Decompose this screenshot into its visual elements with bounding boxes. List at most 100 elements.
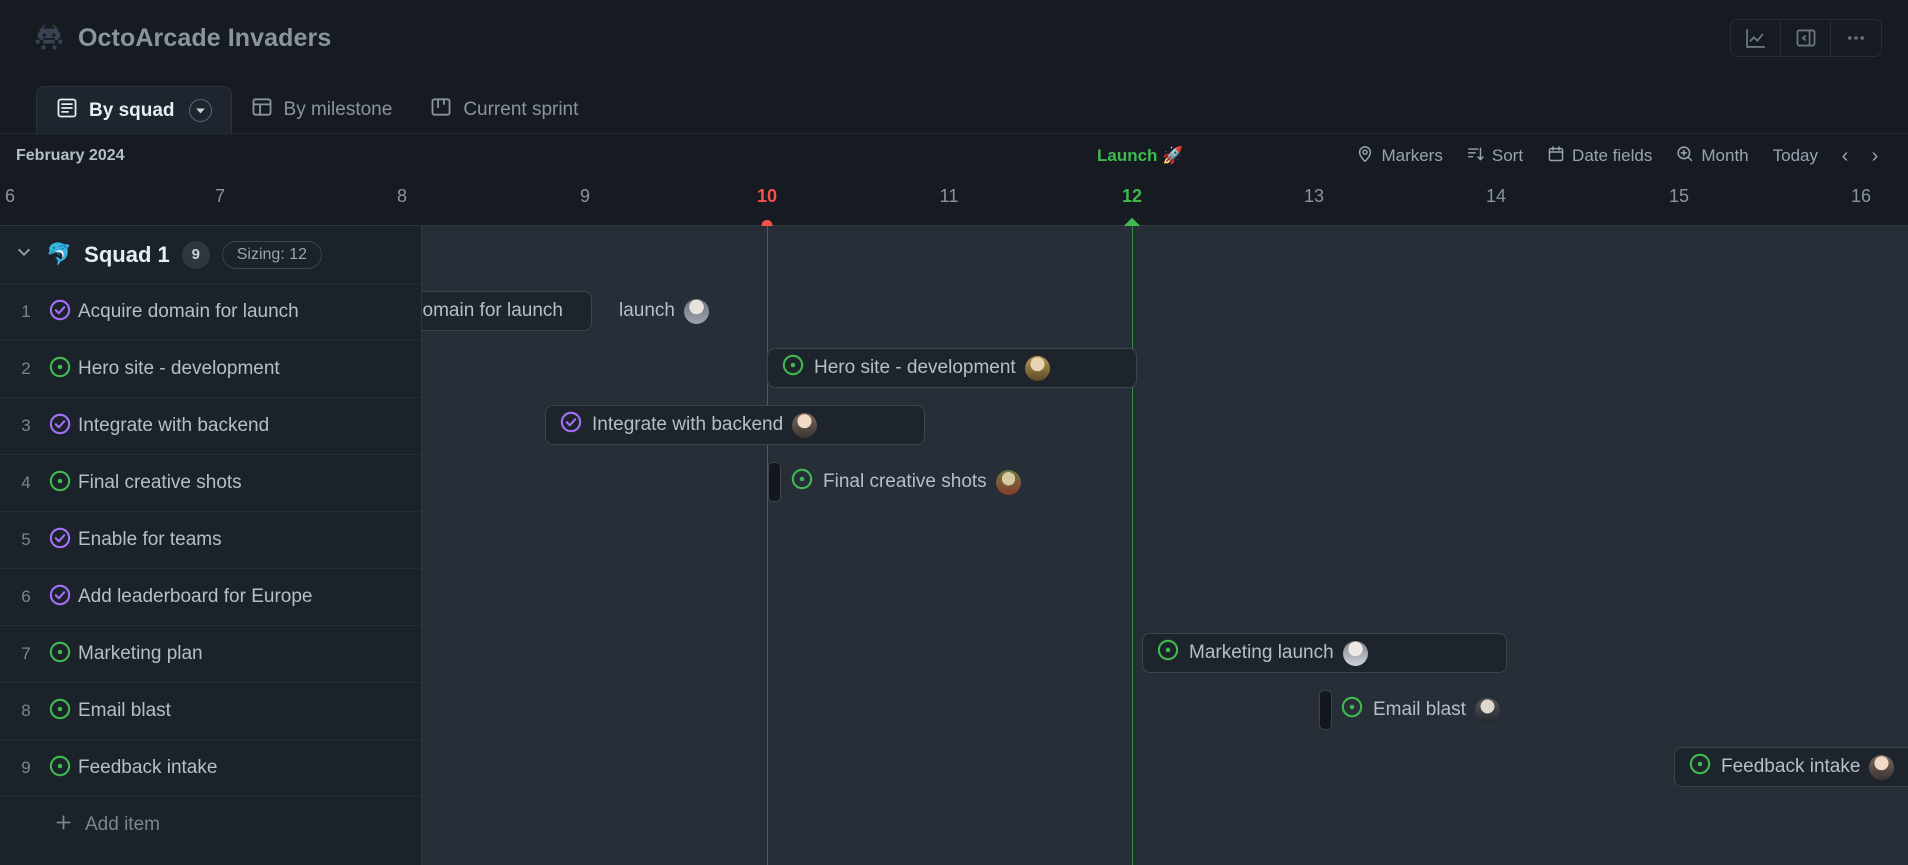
status-done-icon [48, 412, 72, 441]
timeline-bar[interactable]: Marketing launch [1142, 633, 1507, 673]
item-status[interactable] [42, 697, 78, 726]
zoom-month-button[interactable]: Month [1664, 140, 1760, 173]
chevron-down-icon[interactable] [188, 99, 212, 122]
group-header-squad-1[interactable]: 🐬 Squad 1 9 Sizing: 12 [0, 226, 421, 283]
tab-current-sprint[interactable]: Current sprint [411, 86, 597, 134]
item-title: Acquire domain for launch [78, 301, 299, 322]
status-done-icon [48, 526, 72, 555]
tab-by-squad[interactable]: By squad [36, 86, 232, 135]
item-number: 6 [21, 587, 31, 606]
status-in-progress-icon [48, 697, 72, 726]
table-row[interactable]: 9 Feedback intake [0, 739, 421, 796]
item-status[interactable] [42, 355, 78, 384]
status-in-progress-icon [48, 640, 72, 669]
bar-label: Hero site - development [814, 357, 1016, 378]
item-number: 7 [21, 644, 31, 663]
side-panel-button[interactable] [1781, 20, 1831, 56]
avatar [995, 469, 1021, 495]
table-row[interactable]: 4 Final creative shots [0, 454, 421, 511]
markers-button[interactable]: Markers [1344, 140, 1454, 173]
board-view-icon [430, 96, 452, 124]
item-title: Email blast [78, 700, 171, 721]
item-status[interactable] [42, 583, 78, 612]
item-number: 2 [21, 359, 31, 378]
project-title-group: OctoArcade Invaders [34, 23, 331, 53]
timeline-tick-bar[interactable] [768, 462, 781, 502]
sizing-pill: Sizing: 12 [221, 240, 322, 269]
timeline-tick-bar[interactable] [1319, 690, 1332, 730]
bar-overflow-label: launch [619, 291, 709, 331]
line-chart-icon [1745, 27, 1767, 49]
rows-view-icon [56, 97, 78, 125]
status-in-progress-icon [1156, 638, 1180, 668]
space-invader-icon [34, 23, 64, 53]
day-tick-11: 11 [939, 186, 959, 206]
insights-button[interactable] [1731, 20, 1781, 56]
item-status[interactable] [42, 412, 78, 441]
item-number: 5 [21, 530, 31, 549]
table-row[interactable]: 6 Add leaderboard for Europe [0, 568, 421, 625]
timeline-header: February 2024 Launch 🚀 Markers Sort Date… [0, 134, 1908, 178]
item-row-list: 1 Acquire domain for launch 2 Hero site - d… [0, 283, 421, 796]
table-row[interactable]: 3 Integrate with backend [0, 397, 421, 454]
day-tick-7: 7 [214, 186, 226, 206]
header-actions [1730, 19, 1882, 57]
location-marker-icon [1356, 145, 1374, 168]
item-status[interactable] [42, 526, 78, 555]
item-number: 9 [21, 758, 31, 777]
timeline-bar-label: Email blast [1340, 690, 1500, 730]
add-item-label: Add item [85, 814, 160, 835]
group-count-badge: 9 [181, 240, 210, 269]
timeline-bar[interactable]: Integrate with backend [545, 405, 925, 445]
timeline-toolbar: Markers Sort Date fields Month Today ‹ › [1344, 140, 1908, 173]
table-row[interactable]: 7 Marketing plan [0, 625, 421, 682]
status-in-progress-icon [48, 469, 72, 498]
timeline-bar-label: Final creative shots [790, 462, 1021, 502]
next-period-button[interactable]: › [1860, 145, 1890, 168]
tool-label: Date fields [1572, 146, 1653, 165]
item-title: Hero site - development [78, 358, 280, 379]
item-status[interactable] [42, 640, 78, 669]
status-in-progress-icon [1340, 695, 1364, 725]
bar-label: Final creative shots [823, 471, 987, 492]
add-item-button[interactable]: Add item [0, 796, 421, 853]
calendar-icon [1547, 145, 1565, 168]
group-name: Squad 1 [84, 241, 170, 267]
item-status[interactable] [42, 754, 78, 783]
tab-by-milestone[interactable]: By milestone [232, 86, 412, 134]
kebab-horizontal-icon [1845, 27, 1867, 49]
sort-button[interactable]: Sort [1455, 140, 1535, 173]
timeline-bar[interactable]: Hero site - development [767, 348, 1137, 388]
date-fields-button[interactable]: Date fields [1535, 140, 1664, 173]
tab-label: Current sprint [463, 99, 579, 120]
prev-period-button[interactable]: ‹ [1830, 145, 1860, 168]
item-status[interactable] [42, 469, 78, 498]
timeline-canvas[interactable]: uire domain for launch launch Hero site - … [422, 226, 1908, 865]
table-row[interactable]: 2 Hero site - development [0, 340, 421, 397]
tool-label: Today [1772, 146, 1818, 165]
chevron-down-icon[interactable] [14, 243, 34, 266]
timeline-board: 🐬 Squad 1 9 Sizing: 12 1 Acquire domain f… [0, 226, 1908, 865]
today-vertical-line [767, 226, 768, 865]
item-title: Final creative shots [78, 472, 242, 493]
item-title: Marketing plan [78, 643, 203, 664]
table-row[interactable]: 5 Enable for teams [0, 511, 421, 568]
timeline-bar[interactable]: uire domain for launch [422, 291, 592, 331]
day-tick-9: 9 [579, 186, 591, 206]
table-view-icon [251, 96, 273, 124]
avatar [792, 412, 818, 438]
table-row[interactable]: 1 Acquire domain for launch [0, 283, 421, 340]
tool-label: Month [1701, 146, 1749, 165]
item-status[interactable] [42, 298, 78, 327]
tab-label: By milestone [283, 99, 393, 120]
table-row[interactable]: 8 Email blast [0, 682, 421, 739]
tool-label: Sort [1491, 146, 1524, 165]
more-options-button[interactable] [1831, 20, 1881, 56]
day-tick-8: 8 [396, 186, 408, 206]
status-done-icon [559, 410, 583, 440]
status-done-icon [48, 583, 72, 612]
bar-label: launch [619, 300, 675, 321]
day-tick-12: 12 [1121, 186, 1143, 206]
timeline-bar[interactable]: Feedback intake [1674, 747, 1908, 787]
today-button[interactable]: Today [1761, 141, 1830, 171]
